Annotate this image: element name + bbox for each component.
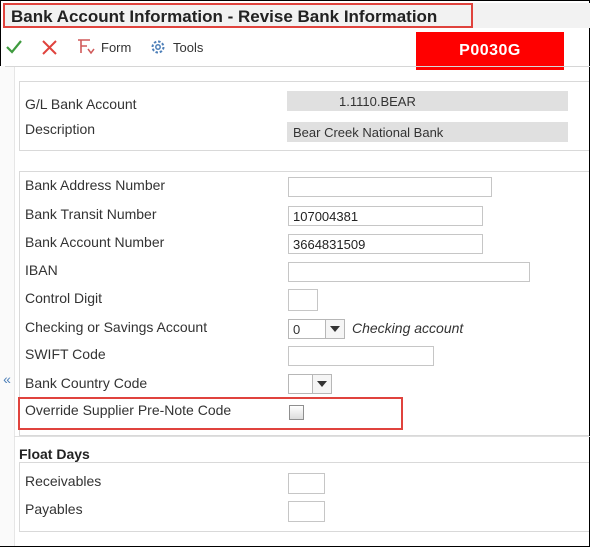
chevron-down-icon[interactable] xyxy=(325,320,344,338)
form-icon xyxy=(78,39,95,55)
checking-savings-label: Checking or Savings Account xyxy=(25,319,208,335)
check-icon xyxy=(6,40,22,54)
control-digit-label: Control Digit xyxy=(25,290,103,306)
title-bar-background xyxy=(473,3,590,28)
ok-button[interactable] xyxy=(5,32,23,62)
form-menu-label: Form xyxy=(101,39,132,55)
gear-icon xyxy=(151,40,165,54)
section-divider xyxy=(14,436,590,437)
bank-country-code-select[interactable] xyxy=(288,374,332,394)
tools-menu-label: Tools xyxy=(173,39,204,55)
gl-bank-account-label: G/L Bank Account xyxy=(25,96,137,112)
bank-account-number-label: Bank Account Number xyxy=(25,234,165,250)
override-supplier-prenote-checkbox[interactable] xyxy=(289,405,304,420)
description-value: Bear Creek National Bank xyxy=(287,122,568,142)
float-days-title: Float Days xyxy=(19,446,90,462)
override-supplier-prenote-label: Override Supplier Pre-Note Code xyxy=(25,402,232,418)
program-id-badge: P0030G xyxy=(416,32,564,70)
receivables-input[interactable] xyxy=(288,473,325,494)
form-menu[interactable]: Form xyxy=(76,32,131,62)
checking-savings-select[interactable]: 0 xyxy=(288,319,345,339)
window-title: Bank Account Information - Revise Bank I… xyxy=(11,7,438,26)
bank-transit-number-label: Bank Transit Number xyxy=(25,206,157,222)
title-bar: Bank Account Information - Revise Bank I… xyxy=(3,3,473,28)
receivables-label: Receivables xyxy=(25,473,102,489)
cancel-button[interactable] xyxy=(41,32,58,62)
description-label: Description xyxy=(25,121,96,137)
payables-input[interactable] xyxy=(288,501,325,522)
iban-label: IBAN xyxy=(25,262,58,278)
close-icon xyxy=(42,39,57,55)
bank-account-number-input[interactable] xyxy=(288,234,483,254)
iban-input[interactable] xyxy=(288,262,530,282)
bank-country-code-label: Bank Country Code xyxy=(25,375,148,391)
checking-savings-description: Checking account xyxy=(352,320,464,336)
tools-menu[interactable]: Tools xyxy=(149,32,203,62)
swift-code-input[interactable] xyxy=(288,346,434,366)
bank-transit-number-input[interactable] xyxy=(288,206,483,226)
control-digit-input[interactable] xyxy=(288,289,318,311)
bank-address-number-input[interactable] xyxy=(288,177,492,197)
swift-code-label: SWIFT Code xyxy=(25,346,106,362)
bank-address-number-label: Bank Address Number xyxy=(25,177,166,193)
payables-label: Payables xyxy=(25,501,83,517)
chevron-down-icon[interactable] xyxy=(312,375,331,393)
gl-bank-account-value: 1.1110.BEAR xyxy=(287,91,568,111)
checking-savings-value: 0 xyxy=(293,322,301,337)
